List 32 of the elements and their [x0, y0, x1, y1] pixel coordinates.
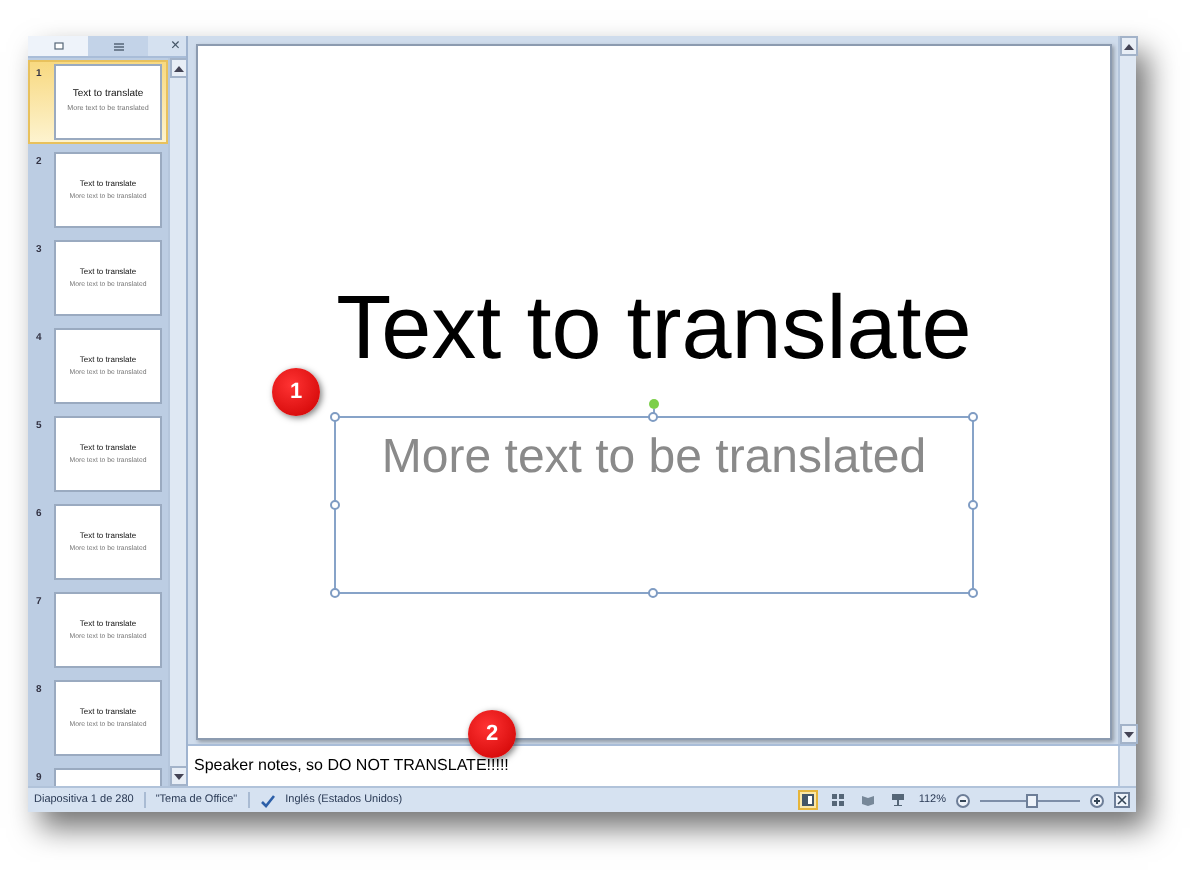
resize-handle[interactable] — [968, 412, 978, 422]
outline-icon — [113, 41, 123, 51]
resize-handle[interactable] — [330, 500, 340, 510]
resize-handle[interactable] — [648, 412, 658, 422]
slide-subtitle: More text to be translated — [381, 434, 927, 482]
fit-window-icon[interactable] — [1114, 792, 1130, 808]
scroll-up-icon[interactable] — [169, 58, 186, 78]
scrollbar[interactable] — [1118, 36, 1136, 744]
slide-icon — [53, 42, 63, 50]
scrollbar[interactable] — [1118, 746, 1136, 786]
zoom-in-icon[interactable] — [1090, 793, 1104, 807]
outline-tab[interactable] — [88, 36, 148, 56]
resize-handle[interactable] — [330, 412, 340, 422]
show-view-button[interactable] — [888, 790, 909, 810]
rotation-handle[interactable] — [648, 398, 660, 416]
normal-view-button[interactable] — [798, 790, 819, 810]
spellcheck-icon[interactable] — [259, 793, 276, 807]
scroll-down-icon[interactable] — [169, 766, 186, 786]
scroll-up-icon[interactable] — [1119, 36, 1137, 56]
resize-handle[interactable] — [648, 588, 658, 598]
close-button[interactable]: × — [170, 38, 180, 54]
scroll-down-icon[interactable] — [1119, 724, 1137, 744]
slide-title[interactable]: Text to translate — [336, 282, 972, 372]
resize-handle[interactable] — [968, 500, 978, 510]
resize-handle[interactable] — [968, 588, 978, 598]
resize-handle[interactable] — [330, 588, 340, 598]
slider-thumb[interactable] — [1026, 793, 1038, 807]
reading-view-button[interactable] — [858, 790, 879, 810]
slides-tab[interactable] — [28, 36, 88, 56]
zoom-out-icon[interactable] — [956, 793, 970, 807]
sorter-view-button[interactable] — [828, 790, 849, 810]
scrollbar[interactable] — [168, 58, 186, 786]
